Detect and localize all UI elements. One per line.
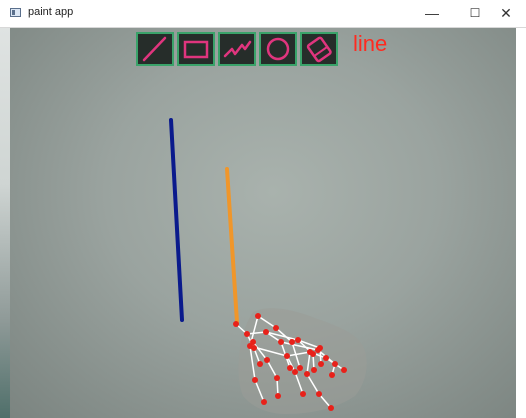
window-titlebar[interactable]: paint app — ☐ ✕ xyxy=(0,0,526,28)
hand-landmarks xyxy=(233,308,367,414)
app-icon xyxy=(10,8,21,17)
hand-silhouette xyxy=(238,308,367,414)
minimize-button[interactable]: — xyxy=(412,0,452,27)
close-button[interactable]: ✕ xyxy=(486,0,526,27)
camera-canvas[interactable]: line xyxy=(10,28,516,418)
background-window-edge xyxy=(0,28,10,418)
blue-line-stroke xyxy=(169,118,184,322)
window-title: paint app xyxy=(28,6,74,18)
